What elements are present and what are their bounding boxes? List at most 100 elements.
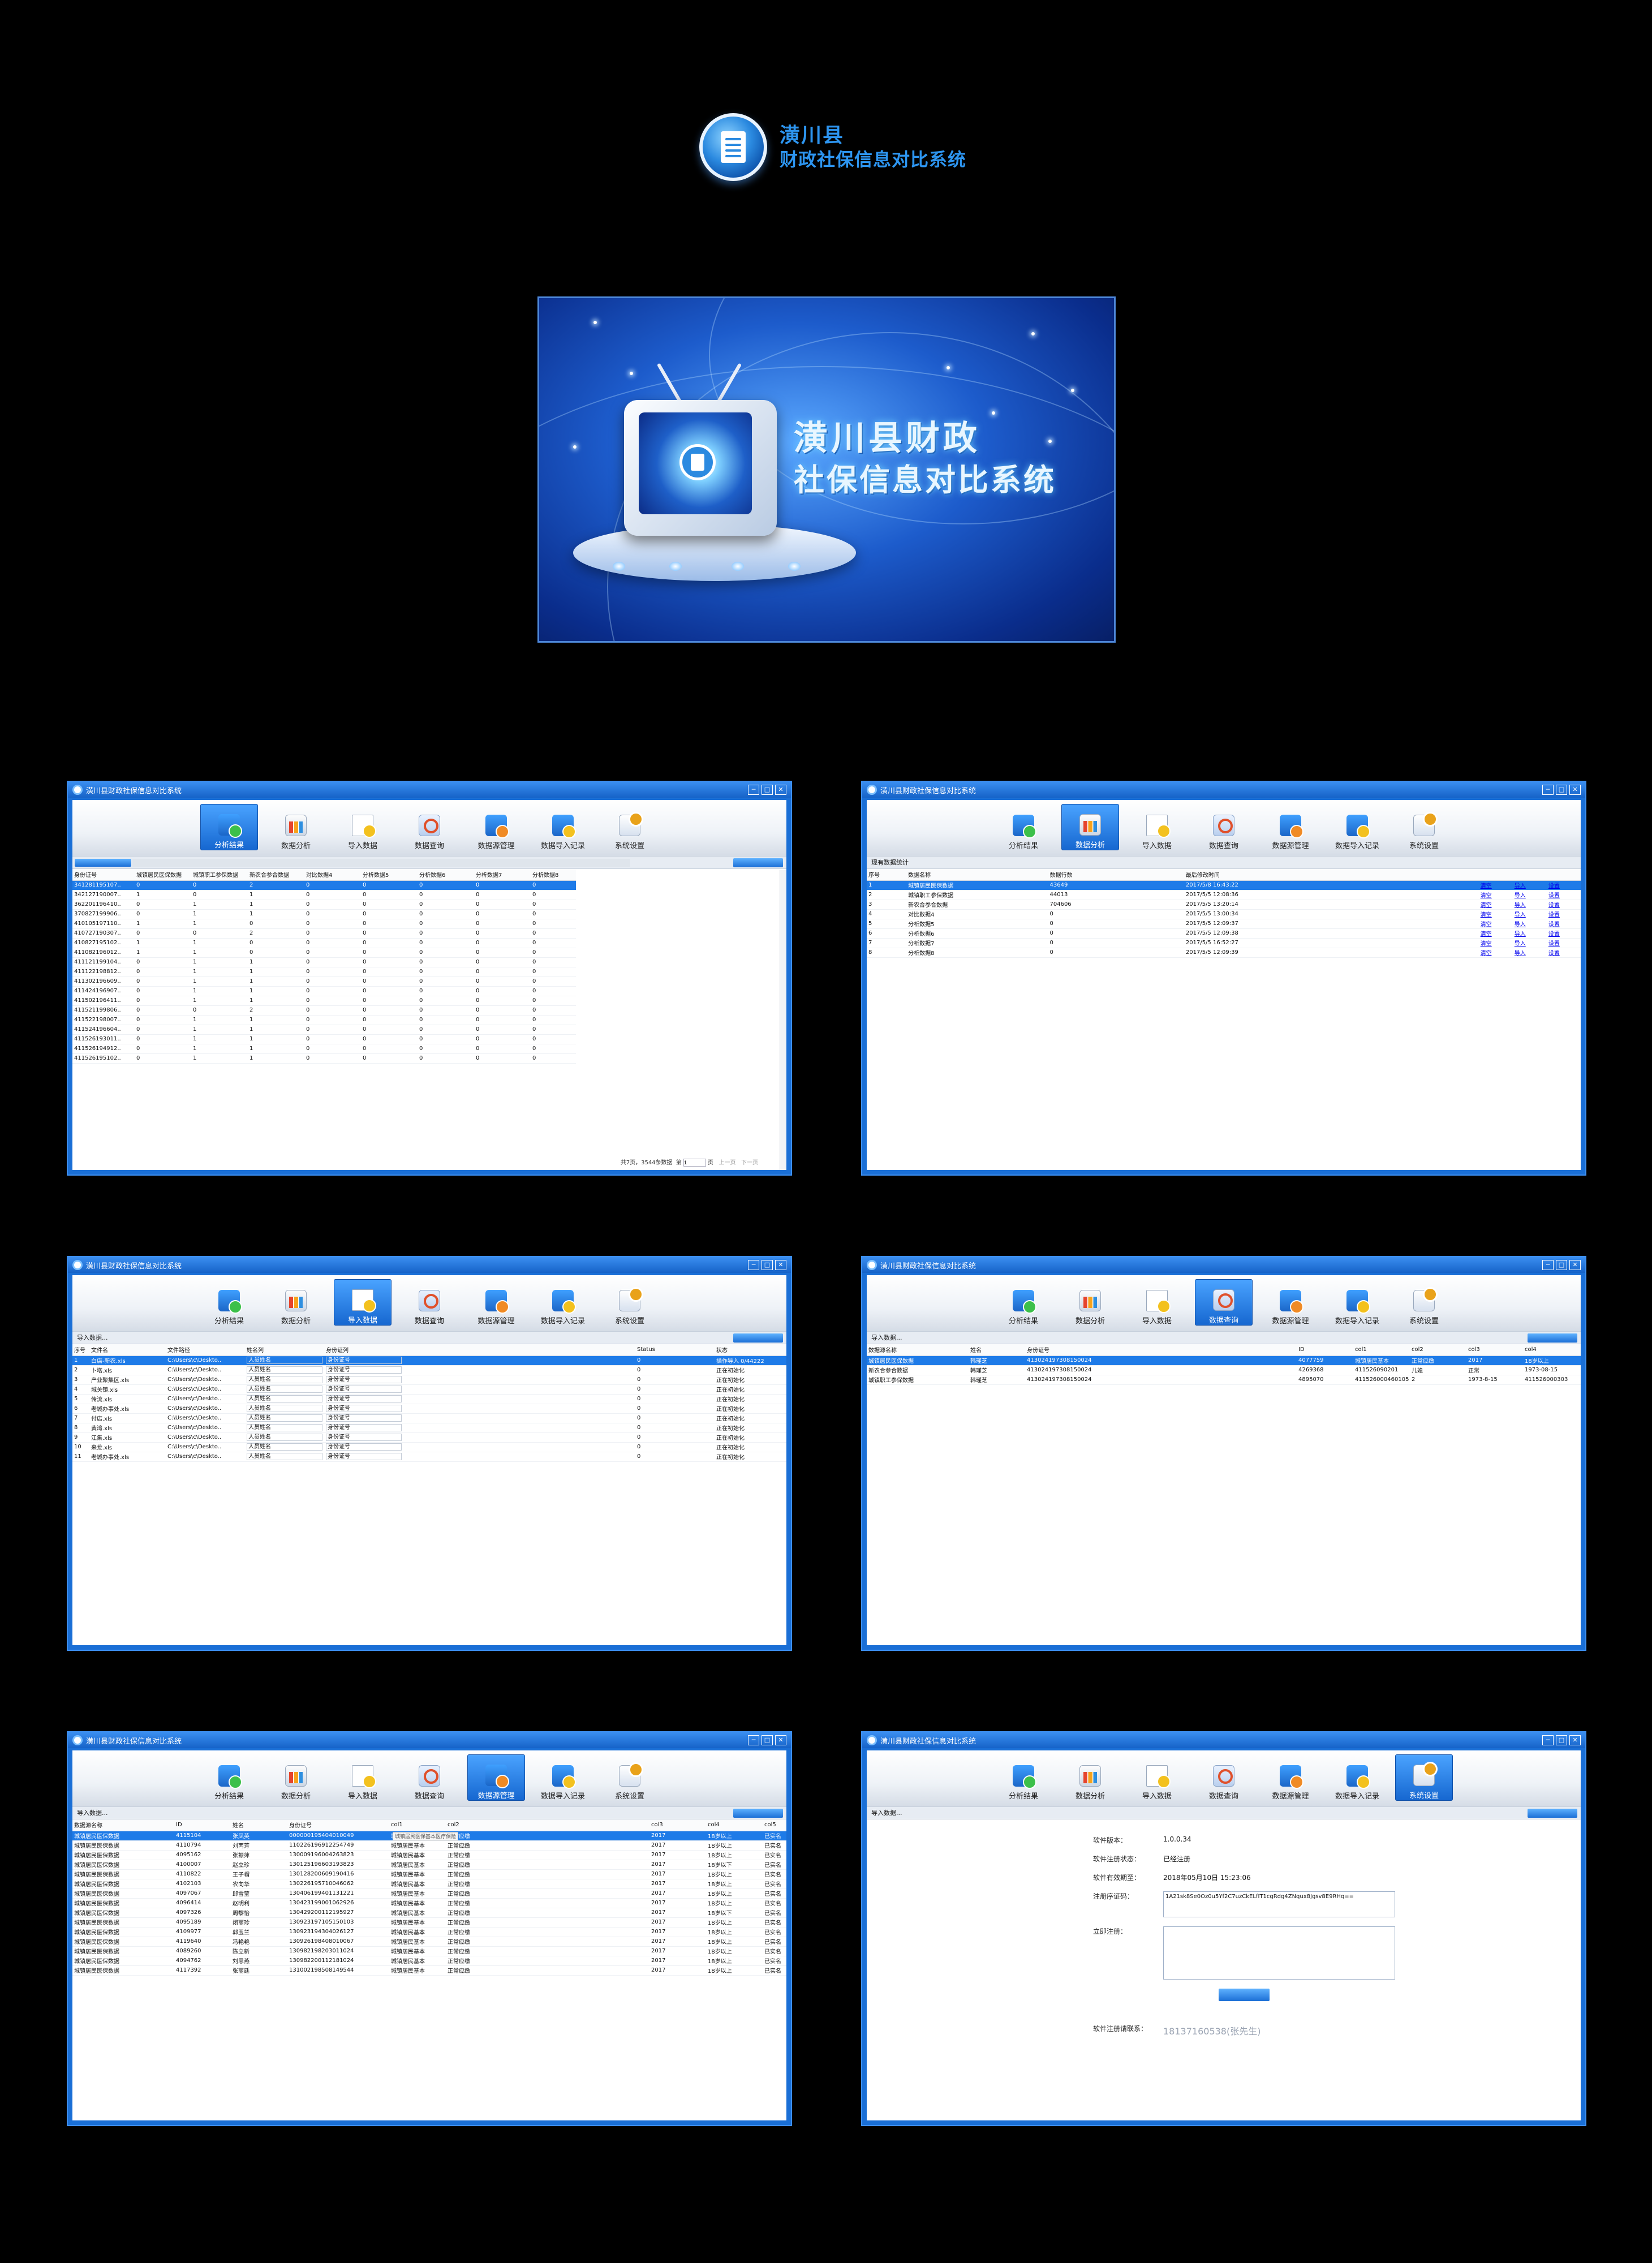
table-row[interactable]: 城镇居民医保数据 4095189 闭丽珍 130923197105150103 城镇居民… [72, 1917, 786, 1928]
table-row[interactable]: 城镇居民医保数据 4109977 郭玉兰 130923194304026127 城镇居民… [72, 1927, 786, 1937]
prev-page-button[interactable]: 上一页 [719, 1160, 735, 1166]
table-row[interactable]: 411122198812.. 0 1 1 0 0 0 0 0 [72, 967, 576, 977]
table-row[interactable]: 410827195102.. 1 1 0 0 0 0 0 0 [72, 938, 576, 948]
import-link[interactable]: 导入 [1515, 922, 1526, 928]
minimize-button[interactable]: ─ [1542, 785, 1554, 795]
table-row[interactable]: 11 老城办事处.xls C:\Users\c\Deskto.. 人员姓名 身份证号 0 正… [72, 1452, 786, 1462]
table-row[interactable]: 411502196411.. 0 1 1 0 0 0 0 0 [72, 996, 576, 1006]
table-row[interactable]: 411521199806.. 0 0 2 0 0 0 0 0 [72, 1005, 576, 1016]
table-row[interactable]: 新农合参合数据 韩瑾芝 413024197308150024 4269368 41152… [867, 1365, 1581, 1375]
tab-import-data[interactable]: 导入数据 [334, 1754, 392, 1801]
tab-data-query[interactable]: 数据查询 [401, 804, 458, 850]
minimize-button[interactable]: ─ [748, 1260, 759, 1270]
settings-link[interactable]: 设置 [1548, 922, 1560, 928]
next-page-button[interactable]: 下一页 [741, 1160, 758, 1166]
column-header[interactable]: 对比数据4 [304, 869, 361, 881]
tab-import-data[interactable]: 导入数据 [334, 1279, 392, 1326]
tab-data-query[interactable]: 数据查询 [1195, 1279, 1253, 1326]
column-header[interactable] [1478, 869, 1513, 881]
column-select[interactable]: 身份证号 [326, 1357, 402, 1364]
tab-datasource-manage[interactable]: 数据源管理 [467, 804, 525, 850]
table-row[interactable]: 410727190307.. 0 0 2 0 0 0 0 0 [72, 928, 576, 939]
table-row[interactable]: 411526193011.. 0 1 1 0 0 0 0 0 [72, 1034, 576, 1044]
close-button[interactable]: ✕ [775, 785, 786, 795]
table-row[interactable]: 341281195107.. 0 0 2 0 0 0 0 0 [72, 880, 576, 890]
table-row[interactable]: 6 老城办事处.xls C:\Users\c\Deskto.. 人员姓名 身份证号 0 正在… [72, 1404, 786, 1414]
table-row[interactable]: 2 卜塔.xls C:\Users\c\Deskto.. 人员姓名 身份证号 0 正在初始化 [72, 1365, 786, 1375]
column-header[interactable]: col2 [1410, 1344, 1466, 1356]
table-row[interactable]: 城镇居民医保数据 4110794 刘丙芳 110226196912254749 城镇居民… [72, 1840, 786, 1851]
tab-import-record[interactable]: 数据导入记录 [534, 1279, 592, 1326]
table-row[interactable]: 城镇居民医保数据 4096414 赵明利 130423199001062926 城镇居民… [72, 1898, 786, 1908]
column-header[interactable]: 分析数据7 [474, 869, 531, 881]
table-row[interactable]: 9 江集.xls C:\Users\c\Deskto.. 人员姓名 身份证号 0 正在初始化 [72, 1432, 786, 1443]
table-row[interactable]: 4 对比数据4 0 2017/5/5 13:00:34 清空 导入 设置 [867, 909, 1581, 919]
close-button[interactable]: ✕ [1569, 1260, 1581, 1270]
column-header[interactable] [1512, 869, 1547, 881]
maximize-button[interactable]: □ [762, 785, 773, 795]
table-row[interactable]: 3 产业聚集区.xls C:\Users\c\Deskto.. 人员姓名 身份证号 0 正在… [72, 1375, 786, 1385]
tab-import-data[interactable]: 导入数据 [1128, 804, 1186, 850]
table-row[interactable]: 8 黄湾.xls C:\Users\c\Deskto.. 人员姓名 身份证号 0 正在初始化 [72, 1423, 786, 1433]
column-select[interactable]: 人员姓名 [247, 1395, 322, 1402]
tab-import-data[interactable]: 导入数据 [334, 804, 392, 850]
table-row[interactable]: 8 分析数据8 0 2017/5/5 12:09:39 清空 导入 设置 [867, 948, 1581, 958]
vertical-scrollbar[interactable] [780, 870, 786, 1170]
column-select[interactable]: 人员姓名 [247, 1434, 322, 1441]
column-header[interactable] [1546, 869, 1581, 881]
column-header[interactable]: col2 [446, 1819, 649, 1831]
column-select[interactable]: 身份证号 [326, 1405, 402, 1412]
settings-link[interactable]: 设置 [1548, 931, 1560, 937]
minimize-button[interactable]: ─ [748, 785, 759, 795]
tab-data-analysis[interactable]: 数据分析 [267, 1279, 325, 1326]
table-row[interactable]: 342127190007.. 1 0 1 0 0 0 0 0 [72, 890, 576, 900]
tab-import-record[interactable]: 数据导入记录 [1328, 1279, 1386, 1326]
tab-datasource-manage[interactable]: 数据源管理 [1262, 1279, 1319, 1326]
import-link[interactable]: 导入 [1515, 941, 1526, 947]
page-input[interactable] [683, 1159, 706, 1167]
tab-analysis-result[interactable]: 分析结果 [995, 1279, 1052, 1326]
tab-data-query[interactable]: 数据查询 [401, 1754, 458, 1801]
column-header[interactable]: col3 [1466, 1344, 1523, 1356]
settings-button[interactable] [1528, 1809, 1577, 1818]
table-row[interactable]: 城镇居民医保数据 4089260 陈立新 130982198203011024 城镇居民… [72, 1946, 786, 1956]
table-row[interactable]: 411522198007.. 0 1 1 0 0 0 0 0 [72, 1015, 576, 1025]
clear-link[interactable]: 清空 [1481, 902, 1492, 909]
column-header[interactable]: col5 [763, 1819, 786, 1831]
tab-analysis-result[interactable]: 分析结果 [200, 804, 258, 850]
clear-link[interactable]: 清空 [1481, 950, 1492, 957]
tab-import-record[interactable]: 数据导入记录 [1328, 1754, 1386, 1801]
column-select[interactable]: 身份证号 [326, 1434, 402, 1441]
action-button[interactable] [733, 858, 783, 867]
column-header[interactable]: 身份证列 [324, 1344, 403, 1356]
column-select[interactable]: 人员姓名 [247, 1443, 322, 1451]
column-header[interactable]: ID [1297, 1344, 1353, 1356]
column-select[interactable]: 人员姓名 [247, 1366, 322, 1374]
column-header[interactable]: 新农合参合数据 [248, 869, 304, 881]
maximize-button[interactable]: □ [1556, 1260, 1567, 1270]
column-header[interactable]: 身份证号 [1025, 1344, 1297, 1356]
settings-link[interactable]: 设置 [1548, 912, 1560, 918]
settings-link[interactable]: 设置 [1548, 883, 1560, 889]
maximize-button[interactable]: □ [1556, 785, 1567, 795]
close-button[interactable]: ✕ [775, 1260, 786, 1270]
column-header[interactable]: 数据行数 [1048, 869, 1184, 881]
table-row[interactable]: 城镇居民医保数据 4097067 邱雪莹 130406199401131221 城镇居民… [72, 1888, 786, 1899]
table-row[interactable]: 城镇居民医保数据 4119640 冯艳艳 130926198408010067 城镇居民… [72, 1937, 786, 1947]
column-header[interactable]: 序号 [72, 1344, 89, 1356]
table-row[interactable]: 411121199104.. 0 1 1 0 0 0 0 0 [72, 957, 576, 967]
tab-data-analysis[interactable]: 数据分析 [1061, 1279, 1119, 1326]
column-header[interactable]: col4 [1523, 1344, 1581, 1356]
table-row[interactable]: 4 城关镇.xls C:\Users\c\Deskto.. 人员姓名 身份证号 0 正在初始… [72, 1384, 786, 1395]
tab-settings[interactable]: 系统设置 [1395, 1279, 1453, 1326]
tab-import-data[interactable]: 导入数据 [1128, 1754, 1186, 1801]
import-link[interactable]: 导入 [1515, 893, 1526, 899]
tab-analysis-result[interactable]: 分析结果 [200, 1279, 258, 1326]
table-row[interactable]: 411524196604.. 0 1 1 0 0 0 0 0 [72, 1025, 576, 1035]
clear-link[interactable]: 清空 [1481, 893, 1492, 899]
table-row[interactable]: 3 新农合参合数据 704606 2017/5/5 13:20:14 清空 导入 设置 [867, 900, 1581, 910]
table-row[interactable]: 城镇居民医保数据 4097326 周黎怡 130429200112195927 城镇居民… [72, 1908, 786, 1918]
clear-link[interactable]: 清空 [1481, 941, 1492, 947]
table-row[interactable]: 411526194912.. 0 1 1 0 0 0 0 0 [72, 1044, 576, 1054]
column-header[interactable]: Status [635, 1344, 715, 1356]
